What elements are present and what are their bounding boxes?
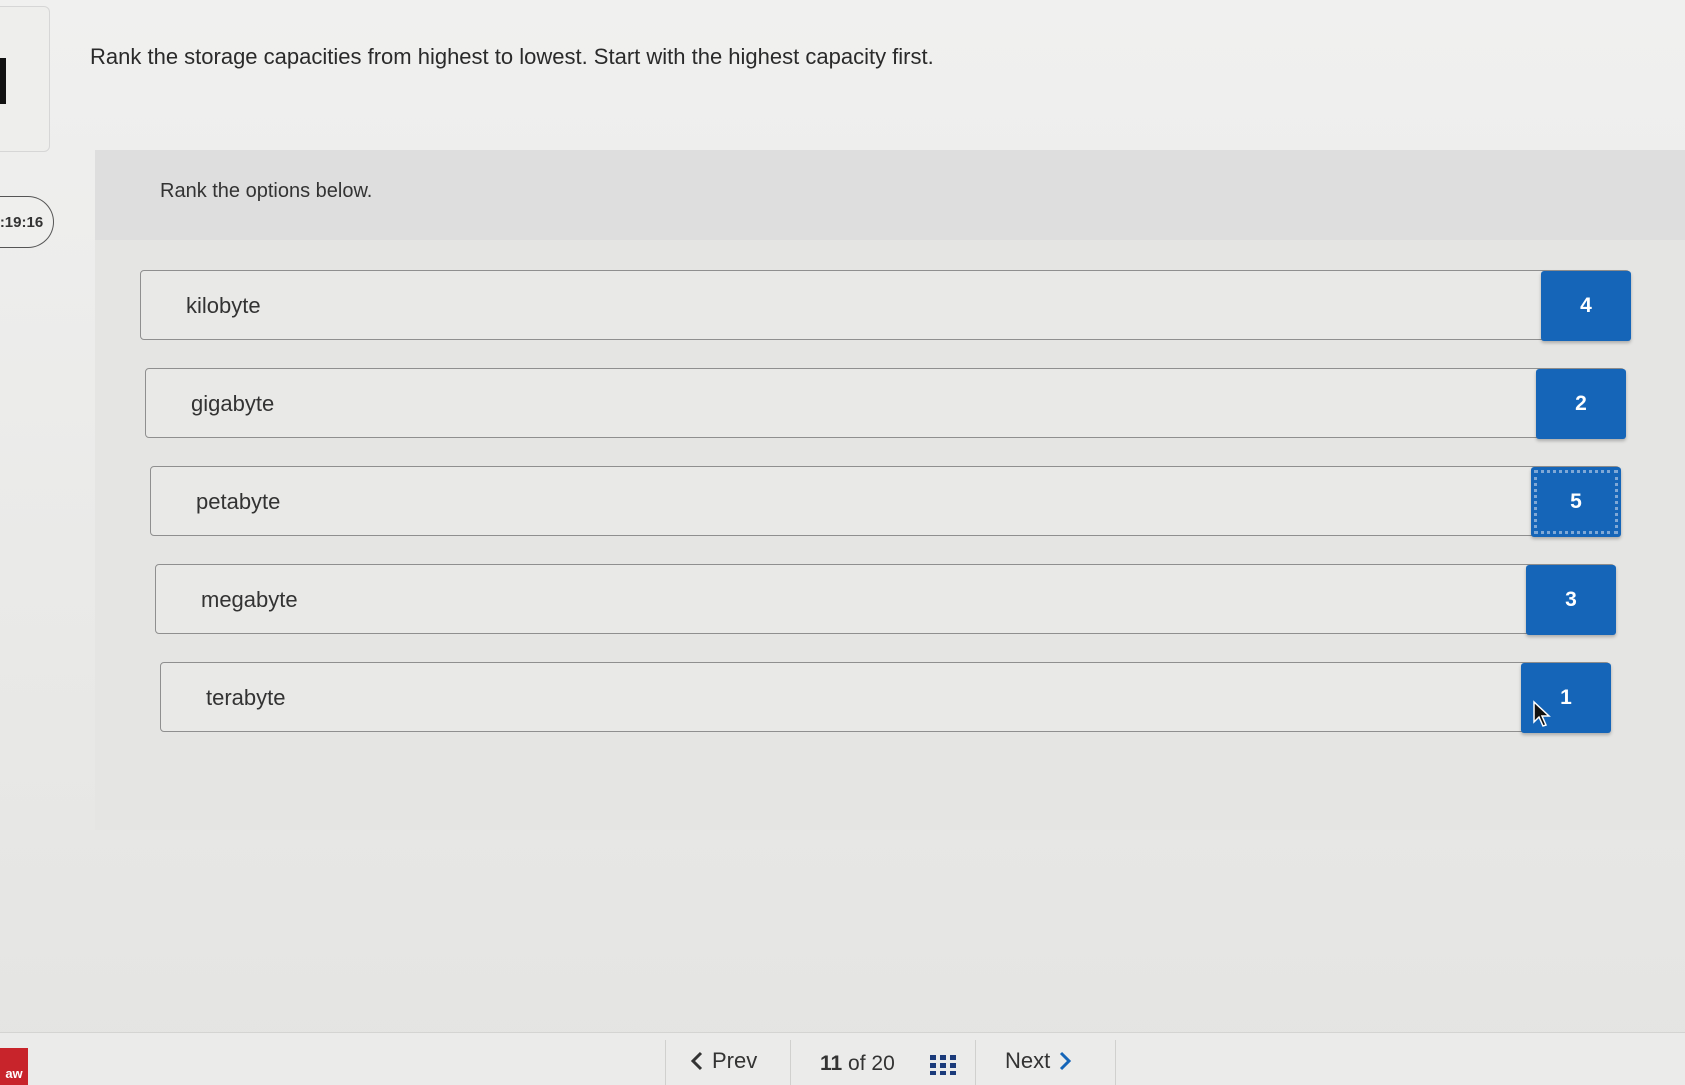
timer-value: :19:16	[0, 213, 44, 231]
page: :19:16 Rank the storage capacities from …	[0, 0, 1685, 1085]
nav-divider	[665, 1040, 666, 1085]
page-counter: 11 of 20	[820, 1052, 895, 1076]
rank-select-megabyte[interactable]: 3	[1526, 565, 1616, 635]
ranking-panel: Rank the options below. kilobyte 4 gigab…	[95, 150, 1685, 830]
rank-option-gigabyte[interactable]: gigabyte 2	[145, 368, 1626, 439]
nav-divider	[975, 1040, 976, 1085]
chevron-left-icon	[690, 1051, 703, 1071]
total-pages: 20	[871, 1052, 895, 1075]
prev-button[interactable]: Prev	[690, 1048, 757, 1074]
rank-option-petabyte[interactable]: petabyte 5	[150, 466, 1621, 537]
option-label: kilobyte	[186, 293, 261, 318]
rank-option-terabyte[interactable]: terabyte 1	[160, 662, 1611, 733]
rank-select-gigabyte[interactable]: 2	[1536, 369, 1626, 439]
nav-divider	[1115, 1040, 1116, 1085]
brand-badge: aw	[0, 1048, 28, 1085]
rank-option-kilobyte[interactable]: kilobyte 4	[140, 270, 1631, 341]
mouse-pointer-icon	[1533, 700, 1551, 727]
nav-divider	[790, 1040, 791, 1085]
option-label: gigabyte	[191, 391, 275, 416]
left-side-card	[0, 6, 50, 152]
current-page: 11	[820, 1052, 843, 1075]
next-label: Next	[1005, 1048, 1051, 1073]
rank-option-megabyte[interactable]: megabyte 3	[155, 564, 1616, 635]
prev-label: Prev	[712, 1048, 758, 1073]
rank-select-kilobyte[interactable]: 4	[1541, 271, 1631, 341]
timer-badge: :19:16	[0, 196, 54, 248]
question-text: Rank the storage capacities from highest…	[90, 44, 934, 69]
next-button[interactable]: Next	[1005, 1048, 1072, 1074]
option-label: megabyte	[201, 587, 298, 612]
of-label: of	[848, 1052, 866, 1075]
option-label: petabyte	[196, 489, 281, 514]
ranking-instruction: Rank the options below.	[160, 180, 373, 202]
left-side-marker	[0, 58, 6, 104]
question-grid-icon[interactable]	[930, 1055, 956, 1075]
chevron-right-icon	[1060, 1051, 1072, 1071]
option-label: terabyte	[206, 685, 286, 710]
rank-select-petabyte[interactable]: 5	[1531, 467, 1621, 537]
